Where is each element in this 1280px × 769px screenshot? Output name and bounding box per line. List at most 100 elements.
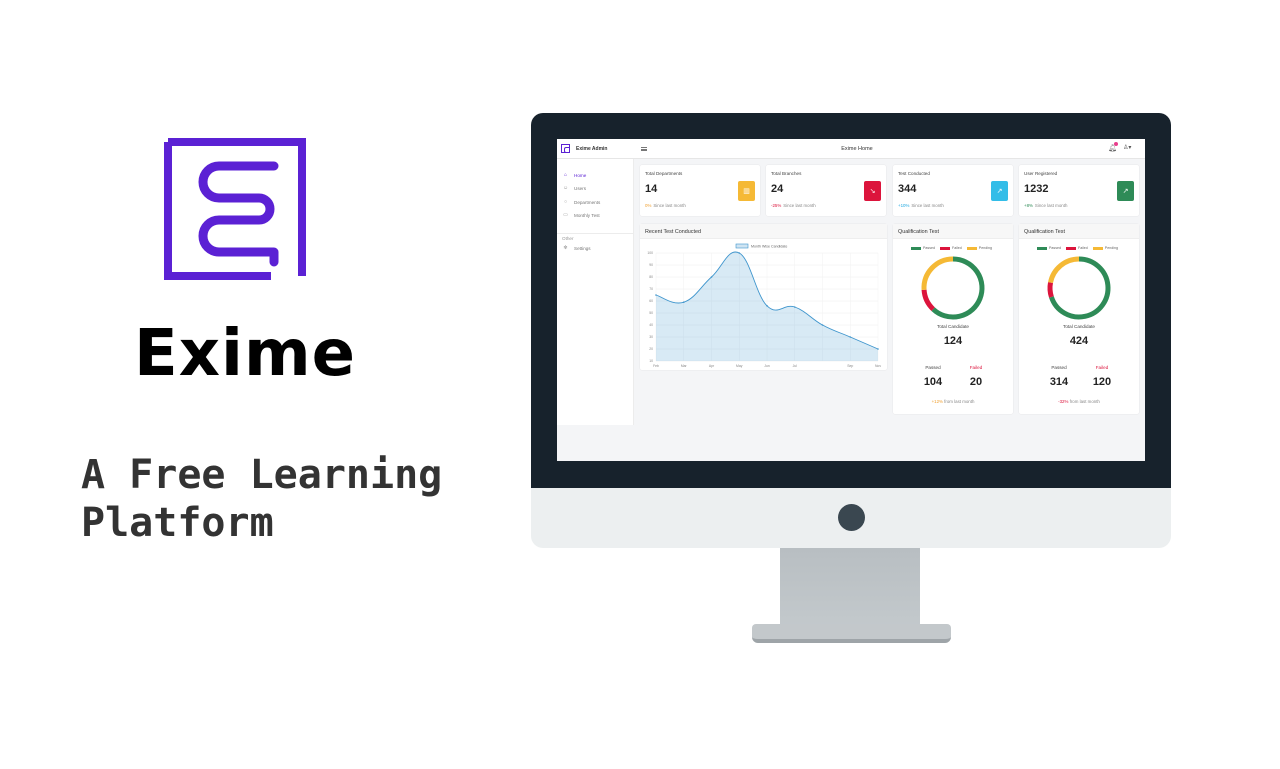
y-tick-label: 80	[649, 275, 653, 279]
sidebar-item-label: Departments	[574, 199, 601, 205]
sidebar-item-home[interactable]: ⌂ Home	[563, 171, 586, 179]
brand-tagline: A Free Learning Platform	[81, 452, 443, 546]
legend-label: Month Wise Candidate	[751, 245, 787, 249]
y-tick-label: 60	[649, 299, 653, 303]
legend-pending: Pending	[1092, 246, 1118, 250]
hamburger-menu-icon[interactable]	[641, 147, 647, 151]
panel-title: Qualification Test	[1024, 229, 1065, 235]
stat-footer: +10% Since last month	[898, 203, 944, 208]
legend-failed: Failed	[1066, 246, 1088, 250]
stat-card-departments[interactable]: Total Departments 14 0% Since last month …	[640, 165, 760, 216]
qualification-panel-2: Qualification Test Passed Failed Pending…	[1019, 224, 1139, 414]
trend-down-icon: ↘	[864, 181, 881, 201]
chevron-down-icon: ▾	[1128, 145, 1132, 151]
donut-segment-pending	[1048, 256, 1080, 284]
monitor-power-button	[838, 504, 865, 531]
sidebar-divider	[557, 233, 634, 234]
qualification-footer: -32% from last month	[1058, 399, 1100, 404]
total-candidate-value: 424	[1069, 335, 1089, 347]
stat-footer: 0% Since last month	[645, 203, 686, 208]
user-menu-button[interactable]: ♙▾	[1123, 145, 1131, 151]
stat-value: 14	[645, 183, 658, 195]
passed-label: Passed	[925, 365, 941, 370]
stat-footer: -25% Since last month	[771, 203, 816, 208]
y-tick-label: 90	[649, 263, 653, 267]
y-tick-label: 40	[649, 323, 653, 327]
data-point	[738, 252, 741, 254]
qualification-change: -32%	[1058, 399, 1069, 404]
qualification-footer: +12% from last month	[931, 399, 975, 404]
donut-legend: Passed Failed Pending	[1037, 246, 1118, 250]
sidebar-item-label: Users	[574, 185, 586, 191]
qualification-donut-chart	[1047, 256, 1111, 320]
exime-logo-icon[interactable]	[561, 144, 570, 153]
stat-change: -25%	[771, 203, 782, 208]
total-candidate-label: Total Candidate	[937, 324, 969, 329]
data-point	[821, 324, 824, 326]
y-tick-label: 30	[649, 335, 653, 339]
legend-failed: Failed	[940, 246, 962, 250]
panel-title: Qualification Test	[898, 229, 939, 235]
data-point	[849, 336, 852, 338]
page-title: Exime Home	[841, 146, 873, 152]
monitor-stand-neck	[780, 548, 920, 628]
stat-card-tests[interactable]: Test Conducted 344 +10% Since last month …	[893, 165, 1013, 216]
x-tick-label: Apr	[709, 364, 715, 368]
donut-segment-passed	[931, 256, 985, 320]
qualification-panel-1: Qualification Test Passed Failed Pending…	[893, 224, 1013, 414]
stat-change: +10%	[898, 203, 910, 208]
line-chart-icon: ↗	[1117, 181, 1134, 201]
stat-footer: +8% Since last month	[1024, 203, 1068, 208]
failed-value: 120	[1092, 376, 1112, 388]
home-icon: ⌂	[563, 172, 568, 178]
legend-swatch	[735, 243, 749, 249]
y-tick-label: 70	[649, 287, 653, 291]
failed-label: Failed	[969, 365, 983, 370]
sidebar-item-label: Monthly Test	[574, 212, 600, 218]
sidebar-item-settings[interactable]: ✻ Settings	[563, 244, 591, 252]
data-point	[877, 348, 879, 350]
sidebar-item-label: Settings	[574, 245, 591, 251]
recent-test-chart: Month Wise Candidate 10 20 30 40 50 60 70 80 90 10…	[647, 243, 881, 368]
settings-icon: ✻	[563, 245, 568, 251]
stat-card-branches[interactable]: Total Branches 24 -25% Since last month ↘	[766, 165, 886, 216]
sidebar-item-monthly-test[interactable]: ▭ Monthly Test	[563, 211, 600, 219]
brand-name: Exime	[134, 317, 357, 391]
passed-label: Passed	[1051, 365, 1067, 370]
app-name: Exime Admin	[576, 146, 608, 152]
legend-pending: Pending	[966, 246, 992, 250]
y-tick-label: 50	[649, 311, 653, 315]
stat-title: Test Conducted	[898, 171, 930, 176]
qualification-donut-chart	[921, 256, 985, 320]
x-tick-label: Jun	[764, 364, 770, 368]
data-point	[655, 294, 657, 296]
legend-passed: Passed	[1037, 246, 1061, 250]
app-screen: Exime Admin Exime Home 🔔︎ ♙▾ ⌂ Home ☺ Us…	[557, 139, 1145, 461]
sidebar-item-departments[interactable]: ○ Departments	[563, 198, 600, 206]
legend-passed: Passed	[911, 246, 935, 250]
sidebar-group-label: Other	[562, 236, 574, 241]
y-tick-label: 100	[647, 251, 653, 255]
monitor-stand-foot	[752, 624, 951, 643]
app-topbar: Exime Admin Exime Home 🔔︎ ♙▾	[557, 139, 1145, 159]
departments-icon: ○	[563, 199, 568, 205]
data-point	[710, 276, 713, 278]
users-icon: ☺	[563, 185, 569, 191]
stat-title: User Registered	[1024, 171, 1058, 176]
total-candidate-label: Total Candidate	[1063, 324, 1095, 329]
sidebar-item-label: Home	[574, 172, 587, 178]
stat-card-users[interactable]: User Registered 1232 +8% Since last month…	[1019, 165, 1139, 216]
y-tick-label: 20	[649, 347, 653, 351]
panel-title: Recent Test Conducted	[645, 229, 701, 235]
stat-change: +8%	[1024, 203, 1033, 208]
sidebar-item-users[interactable]: ☺ Users	[563, 184, 586, 192]
x-tick-label: May	[736, 364, 743, 368]
donut-segment-pending	[921, 256, 954, 290]
donut-segment-failed	[921, 289, 935, 311]
calendar-icon: ▭	[563, 212, 568, 218]
stat-value: 344	[898, 183, 917, 195]
recent-test-panel: Recent Test Conducted Month Wise Candida…	[640, 224, 887, 370]
exime-brand-logo	[164, 138, 306, 280]
bell-icon[interactable]: 🔔︎	[1108, 145, 1117, 152]
stat-value: 1232	[1024, 183, 1049, 195]
